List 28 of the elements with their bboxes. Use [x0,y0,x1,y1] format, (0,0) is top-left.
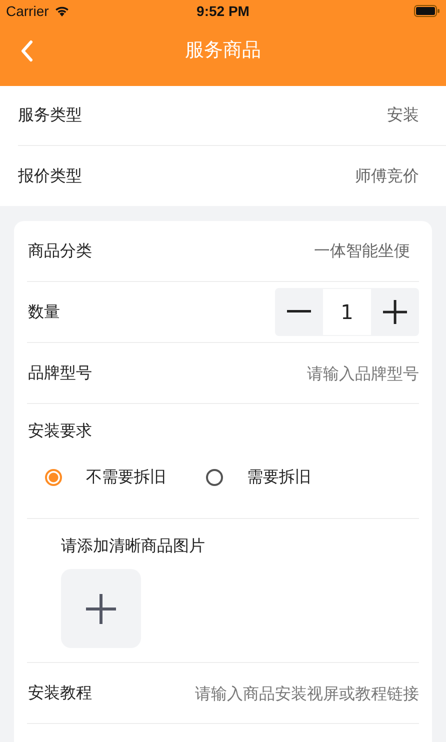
clock-time: 9:52 PM [196,3,250,19]
row-label: 服务类型 [18,105,82,126]
minus-icon [287,310,311,314]
carrier-name: Carrier [6,3,49,19]
radio-button[interactable] [206,469,223,486]
radio-label[interactable]: 不需要拆旧 [86,467,166,488]
row-label: 报价类型 [18,166,82,186]
row-label: 安装要求 [28,421,92,440]
quantity-value: 1 [323,289,371,335]
wifi-icon [54,5,70,17]
row-value[interactable]: 师傅竞价 [355,166,419,186]
row-value[interactable]: 安装 [387,105,419,126]
radio-label[interactable]: 需要拆旧 [247,467,311,488]
row-label: 商品分类 [28,240,92,262]
row-value[interactable]: 一体智能坐便 [314,240,410,262]
photo-hint: 请添加清晰商品图片 [61,536,205,557]
page-title: 服务商品 [185,38,261,63]
row-label: 品牌型号 [28,362,92,384]
row-label: 数量 [28,302,60,322]
back-icon [20,40,34,62]
plus-icon [86,594,116,624]
plus-icon [383,300,407,324]
row-label: 安装教程 [28,682,92,704]
tutorial-link-field[interactable]: 请输入商品安装视屏或教程链接 [169,684,419,702]
radio-button[interactable] [45,469,62,486]
add-photo-button[interactable] [61,569,141,648]
battery-icon [414,5,440,17]
brand-model-field[interactable]: 请输入品牌型号 [239,364,419,382]
